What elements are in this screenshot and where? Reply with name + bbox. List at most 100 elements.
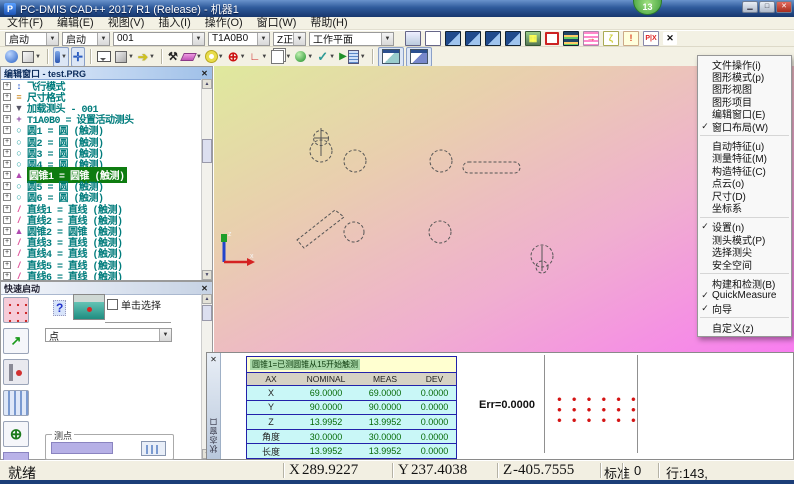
context-menu-item[interactable]: 安全空间	[698, 258, 791, 270]
report-1-icon[interactable]	[445, 31, 461, 46]
scroll-up-icon[interactable]: ▲	[202, 79, 212, 89]
edit-window-toggle[interactable]	[378, 47, 404, 67]
cad-slot[interactable]	[463, 162, 520, 173]
expand-icon[interactable]: +	[3, 82, 11, 90]
chevron-down-icon[interactable]: ▼	[46, 33, 58, 45]
scroll-thumb[interactable]	[202, 305, 212, 321]
menu-bar-item[interactable]: 文件(F)	[0, 17, 50, 30]
context-menu-item[interactable]: 构建和检测(B)	[698, 277, 791, 289]
menu-bar-item[interactable]: 帮助(H)	[303, 17, 354, 30]
pan-icon[interactable]: ✛	[71, 47, 85, 67]
expand-icon[interactable]: +	[3, 93, 11, 101]
chevron-down-icon[interactable]: ▼	[97, 33, 109, 45]
workplane-combo[interactable]: 工作平面▼	[309, 32, 394, 46]
tree-scrollbar[interactable]: ▲ ▼	[201, 79, 212, 280]
report-window-toggle[interactable]	[406, 47, 432, 67]
probe-sphere-icon[interactable]: ▼	[294, 48, 314, 66]
mode-combo[interactable]: 启动▼	[5, 32, 59, 46]
context-menu-item[interactable]: ✓ 向导	[698, 302, 791, 314]
expand-icon[interactable]: +	[3, 238, 11, 246]
expand-icon[interactable]: +	[3, 160, 11, 168]
close-button[interactable]: ✕	[776, 1, 792, 13]
cad-circle2[interactable]	[430, 150, 452, 172]
help-icon[interactable]: ?	[53, 300, 66, 316]
expand-icon[interactable]: +	[3, 227, 11, 235]
export-report-icon[interactable]: →	[583, 31, 599, 46]
scroll-down-icon[interactable]: ▼	[202, 270, 212, 280]
check-icon[interactable]: ✓▼	[316, 48, 336, 66]
target-circle-icon[interactable]: ⊕	[3, 421, 29, 447]
datum-plane-icon[interactable]	[3, 390, 29, 416]
scroll-thumb[interactable]	[202, 139, 212, 163]
expand-icon[interactable]: +	[3, 205, 11, 213]
caliper-icon[interactable]	[3, 359, 29, 385]
sphere-icon[interactable]	[4, 48, 19, 66]
box-3d-icon[interactable]: ▼	[114, 48, 135, 66]
vector-arrows-icon[interactable]: ↗	[3, 328, 29, 354]
scroll-up-icon[interactable]: ▲	[202, 294, 212, 304]
chevron-down-icon[interactable]: ▼	[257, 33, 269, 45]
menu-bar-item[interactable]: 编辑(E)	[50, 17, 101, 30]
cad-circle1[interactable]	[344, 150, 366, 172]
expand-icon[interactable]: +	[3, 138, 11, 146]
view-combo[interactable]: Z正▼	[273, 32, 306, 46]
menu-bar-item[interactable]: 窗口(W)	[250, 17, 304, 30]
expand-icon[interactable]: +	[3, 193, 11, 201]
menu-bar-item[interactable]: 视图(V)	[101, 17, 152, 30]
expand-icon[interactable]: +	[3, 115, 11, 123]
probe-file-combo[interactable]: 001▼	[113, 32, 205, 46]
report-3-icon[interactable]	[485, 31, 501, 46]
context-menu-item[interactable]: ✓ 窗口布局(W)	[698, 120, 791, 132]
expand-icon[interactable]: +	[3, 249, 11, 257]
chevron-down-icon[interactable]: ▼	[381, 33, 393, 45]
expand-icon[interactable]: +	[3, 104, 11, 112]
circle-feature-icon[interactable]: ▼	[205, 48, 225, 66]
cad-circle4[interactable]	[429, 221, 451, 243]
auto-feature-points-icon[interactable]	[3, 297, 29, 323]
close-icon[interactable]: ✕	[209, 355, 218, 364]
surface-preview-thumbnail[interactable]	[73, 294, 105, 320]
expand-icon[interactable]: +	[3, 171, 11, 179]
expand-icon[interactable]: +	[3, 149, 11, 157]
chevron-down-icon[interactable]: ▼	[159, 329, 171, 341]
context-menu-item[interactable]: 坐标系	[698, 201, 791, 213]
cad-rect-boss[interactable]	[297, 210, 344, 248]
expand-icon[interactable]: +	[3, 272, 11, 280]
execute-icon[interactable]: ▶▼	[338, 48, 367, 66]
copy-icon[interactable]: ▼	[270, 48, 292, 66]
probe-tip-combo[interactable]: T1A0B0▼	[208, 32, 270, 46]
report-edit-icon[interactable]	[563, 31, 579, 46]
alert-marker-icon[interactable]: !	[623, 31, 639, 46]
context-menu-item[interactable]: 自定义(z)	[698, 321, 791, 333]
report-4-icon[interactable]	[505, 31, 521, 46]
menu-bar-item[interactable]: 操作(O)	[198, 17, 250, 30]
expand-icon[interactable]: +	[3, 182, 11, 190]
chevron-down-icon[interactable]: ▼	[293, 33, 305, 45]
measure-point-field[interactable]	[51, 442, 113, 454]
minimize-button[interactable]: ▁	[742, 1, 758, 13]
part-view-button[interactable]	[141, 441, 166, 456]
menu-bar-item[interactable]: 插入(I)	[151, 17, 197, 30]
expand-icon[interactable]: +	[3, 216, 11, 224]
maximize-button[interactable]: □	[759, 1, 775, 13]
report-2-icon[interactable]	[465, 31, 481, 46]
expand-icon[interactable]: +	[3, 261, 11, 269]
close-icon[interactable]: ✕	[200, 69, 209, 78]
tree-item[interactable]: + 直线6 = 直线 (触测)	[1, 270, 201, 280]
new-window-icon[interactable]	[405, 31, 421, 46]
chevron-down-icon[interactable]: ▼	[192, 33, 204, 45]
motion-combo[interactable]: 启动▼	[62, 32, 110, 46]
expand-icon[interactable]: +	[3, 126, 11, 134]
close-icon[interactable]: ✕	[200, 284, 209, 293]
cad-circle3[interactable]	[344, 222, 364, 242]
tools-icon[interactable]: ⚒	[167, 48, 179, 66]
report-frame-icon[interactable]	[545, 32, 559, 45]
wizard-icon[interactable]: ✕	[663, 32, 677, 45]
feature-type-combo[interactable]: 点▼	[45, 328, 172, 342]
axis-feature-icon[interactable]: ∟▼	[249, 48, 269, 66]
open-window-icon[interactable]	[425, 31, 441, 46]
tracker-icon[interactable]: ζ	[603, 31, 619, 46]
excel-export-icon[interactable]: P|X	[643, 31, 659, 46]
probe-icon[interactable]: ▼	[53, 47, 69, 67]
goto-arrow-icon[interactable]: ➔▼	[137, 48, 156, 66]
